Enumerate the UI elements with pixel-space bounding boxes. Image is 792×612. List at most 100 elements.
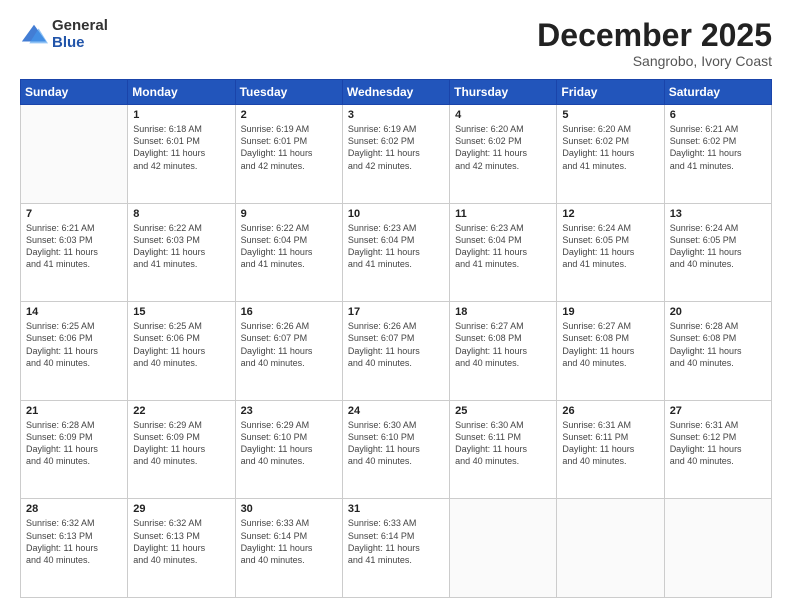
- day-number: 14: [26, 306, 122, 318]
- day-number: 28: [26, 503, 122, 515]
- day-info: Sunrise: 6:22 AMSunset: 6:03 PMDaylight:…: [133, 222, 229, 271]
- day-number: 5: [562, 109, 658, 121]
- calendar-cell: 3 Sunrise: 6:19 AMSunset: 6:02 PMDaylight…: [342, 105, 449, 204]
- day-number: 18: [455, 306, 551, 318]
- weekday-header-wednesday: Wednesday: [342, 80, 449, 105]
- day-info: Sunrise: 6:25 AMSunset: 6:06 PMDaylight:…: [133, 320, 229, 369]
- day-number: 21: [26, 405, 122, 417]
- day-number: 20: [670, 306, 766, 318]
- day-info: Sunrise: 6:24 AMSunset: 6:05 PMDaylight:…: [670, 222, 766, 271]
- day-info: Sunrise: 6:26 AMSunset: 6:07 PMDaylight:…: [348, 320, 444, 369]
- calendar-cell: 30 Sunrise: 6:33 AMSunset: 6:14 PMDayligh…: [235, 499, 342, 598]
- calendar-cell: 13 Sunrise: 6:24 AMSunset: 6:05 PMDayligh…: [664, 203, 771, 302]
- day-number: 2: [241, 109, 337, 121]
- day-info: Sunrise: 6:31 AMSunset: 6:11 PMDaylight:…: [562, 419, 658, 468]
- logo-text: General Blue: [52, 18, 108, 51]
- calendar-cell: 7Sunrise: 6:21 AMSunset: 6:03 PMDaylight…: [21, 203, 128, 302]
- day-info: Sunrise: 6:31 AMSunset: 6:12 PMDaylight:…: [670, 419, 766, 468]
- day-number: 19: [562, 306, 658, 318]
- day-number: 16: [241, 306, 337, 318]
- location-subtitle: Sangrobo, Ivory Coast: [537, 53, 772, 69]
- day-info: Sunrise: 6:23 AMSunset: 6:04 PMDaylight:…: [455, 222, 551, 271]
- day-info: Sunrise: 6:20 AMSunset: 6:02 PMDaylight:…: [562, 123, 658, 172]
- day-number: 29: [133, 503, 229, 515]
- calendar-cell: 29Sunrise: 6:32 AMSunset: 6:13 PMDayligh…: [128, 499, 235, 598]
- calendar-body: 1Sunrise: 6:18 AMSunset: 6:01 PMDaylight…: [21, 105, 772, 598]
- day-number: 6: [670, 109, 766, 121]
- calendar-header: SundayMondayTuesdayWednesdayThursdayFrid…: [21, 80, 772, 105]
- calendar-cell: 1Sunrise: 6:18 AMSunset: 6:01 PMDaylight…: [128, 105, 235, 204]
- calendar-cell: 8Sunrise: 6:22 AMSunset: 6:03 PMDaylight…: [128, 203, 235, 302]
- day-number: 24: [348, 405, 444, 417]
- day-number: 12: [562, 208, 658, 220]
- day-info: Sunrise: 6:32 AMSunset: 6:13 PMDaylight:…: [26, 517, 122, 566]
- calendar-cell: 19 Sunrise: 6:27 AMSunset: 6:08 PMDayligh…: [557, 302, 664, 401]
- day-info: Sunrise: 6:33 AMSunset: 6:14 PMDaylight:…: [241, 517, 337, 566]
- logo-blue-text: Blue: [52, 35, 108, 52]
- calendar-table: SundayMondayTuesdayWednesdayThursdayFrid…: [20, 79, 772, 598]
- calendar-cell: 31Sunrise: 6:33 AMSunset: 6:14 PMDayligh…: [342, 499, 449, 598]
- calendar-cell: 20 Sunrise: 6:28 AMSunset: 6:08 PMDayligh…: [664, 302, 771, 401]
- day-info: Sunrise: 6:27 AMSunset: 6:08 PMDaylight:…: [562, 320, 658, 369]
- day-number: 23: [241, 405, 337, 417]
- logo-icon: [20, 21, 48, 49]
- calendar-cell: 23 Sunrise: 6:29 AMSunset: 6:10 PMDayligh…: [235, 400, 342, 499]
- weekday-header-friday: Friday: [557, 80, 664, 105]
- calendar-cell: 6Sunrise: 6:21 AMSunset: 6:02 PMDaylight…: [664, 105, 771, 204]
- calendar-cell: 22Sunrise: 6:29 AMSunset: 6:09 PMDayligh…: [128, 400, 235, 499]
- day-number: 11: [455, 208, 551, 220]
- calendar-cell: [557, 499, 664, 598]
- day-info: Sunrise: 6:24 AMSunset: 6:05 PMDaylight:…: [562, 222, 658, 271]
- calendar-cell: 21 Sunrise: 6:28 AMSunset: 6:09 PMDayligh…: [21, 400, 128, 499]
- day-info: Sunrise: 6:25 AMSunset: 6:06 PMDaylight:…: [26, 320, 122, 369]
- calendar-week-row: 21 Sunrise: 6:28 AMSunset: 6:09 PMDayligh…: [21, 400, 772, 499]
- day-info: Sunrise: 6:19 AMSunset: 6:01 PMDaylight:…: [241, 123, 337, 172]
- day-info: Sunrise: 6:19 AMSunset: 6:02 PMDaylight:…: [348, 123, 444, 172]
- month-title: December 2025: [537, 18, 772, 53]
- calendar-cell: 15 Sunrise: 6:25 AMSunset: 6:06 PMDayligh…: [128, 302, 235, 401]
- day-info: Sunrise: 6:29 AMSunset: 6:10 PMDaylight:…: [241, 419, 337, 468]
- calendar-cell: 18 Sunrise: 6:27 AMSunset: 6:08 PMDayligh…: [450, 302, 557, 401]
- day-info: Sunrise: 6:30 AMSunset: 6:10 PMDaylight:…: [348, 419, 444, 468]
- calendar-cell: 11 Sunrise: 6:23 AMSunset: 6:04 PMDayligh…: [450, 203, 557, 302]
- calendar-cell: 17 Sunrise: 6:26 AMSunset: 6:07 PMDayligh…: [342, 302, 449, 401]
- calendar-cell: 2 Sunrise: 6:19 AMSunset: 6:01 PMDaylight…: [235, 105, 342, 204]
- calendar-cell: 4 Sunrise: 6:20 AMSunset: 6:02 PMDaylight…: [450, 105, 557, 204]
- calendar-week-row: 28 Sunrise: 6:32 AMSunset: 6:13 PMDayligh…: [21, 499, 772, 598]
- day-number: 4: [455, 109, 551, 121]
- day-info: Sunrise: 6:20 AMSunset: 6:02 PMDaylight:…: [455, 123, 551, 172]
- logo: General Blue: [20, 18, 108, 51]
- day-info: Sunrise: 6:21 AMSunset: 6:03 PMDaylight:…: [26, 222, 122, 271]
- day-info: Sunrise: 6:28 AMSunset: 6:08 PMDaylight:…: [670, 320, 766, 369]
- calendar-week-row: 1Sunrise: 6:18 AMSunset: 6:01 PMDaylight…: [21, 105, 772, 204]
- day-number: 3: [348, 109, 444, 121]
- weekday-header-row: SundayMondayTuesdayWednesdayThursdayFrid…: [21, 80, 772, 105]
- weekday-header-thursday: Thursday: [450, 80, 557, 105]
- day-info: Sunrise: 6:29 AMSunset: 6:09 PMDaylight:…: [133, 419, 229, 468]
- logo-general-text: General: [52, 18, 108, 35]
- day-info: Sunrise: 6:26 AMSunset: 6:07 PMDaylight:…: [241, 320, 337, 369]
- day-number: 17: [348, 306, 444, 318]
- page: General Blue December 2025 Sangrobo, Ivo…: [0, 0, 792, 612]
- day-number: 1: [133, 109, 229, 121]
- day-info: Sunrise: 6:27 AMSunset: 6:08 PMDaylight:…: [455, 320, 551, 369]
- calendar-cell: 24 Sunrise: 6:30 AMSunset: 6:10 PMDayligh…: [342, 400, 449, 499]
- day-number: 25: [455, 405, 551, 417]
- day-number: 26: [562, 405, 658, 417]
- weekday-header-saturday: Saturday: [664, 80, 771, 105]
- calendar-week-row: 14 Sunrise: 6:25 AMSunset: 6:06 PMDayligh…: [21, 302, 772, 401]
- weekday-header-sunday: Sunday: [21, 80, 128, 105]
- calendar-cell: 5 Sunrise: 6:20 AMSunset: 6:02 PMDaylight…: [557, 105, 664, 204]
- calendar-cell: 9Sunrise: 6:22 AMSunset: 6:04 PMDaylight…: [235, 203, 342, 302]
- header: General Blue December 2025 Sangrobo, Ivo…: [20, 18, 772, 69]
- title-section: December 2025 Sangrobo, Ivory Coast: [537, 18, 772, 69]
- calendar-cell: 16 Sunrise: 6:26 AMSunset: 6:07 PMDayligh…: [235, 302, 342, 401]
- calendar-cell: 26 Sunrise: 6:31 AMSunset: 6:11 PMDayligh…: [557, 400, 664, 499]
- day-number: 10: [348, 208, 444, 220]
- day-info: Sunrise: 6:23 AMSunset: 6:04 PMDaylight:…: [348, 222, 444, 271]
- day-info: Sunrise: 6:28 AMSunset: 6:09 PMDaylight:…: [26, 419, 122, 468]
- weekday-header-monday: Monday: [128, 80, 235, 105]
- day-number: 13: [670, 208, 766, 220]
- day-number: 15: [133, 306, 229, 318]
- day-number: 30: [241, 503, 337, 515]
